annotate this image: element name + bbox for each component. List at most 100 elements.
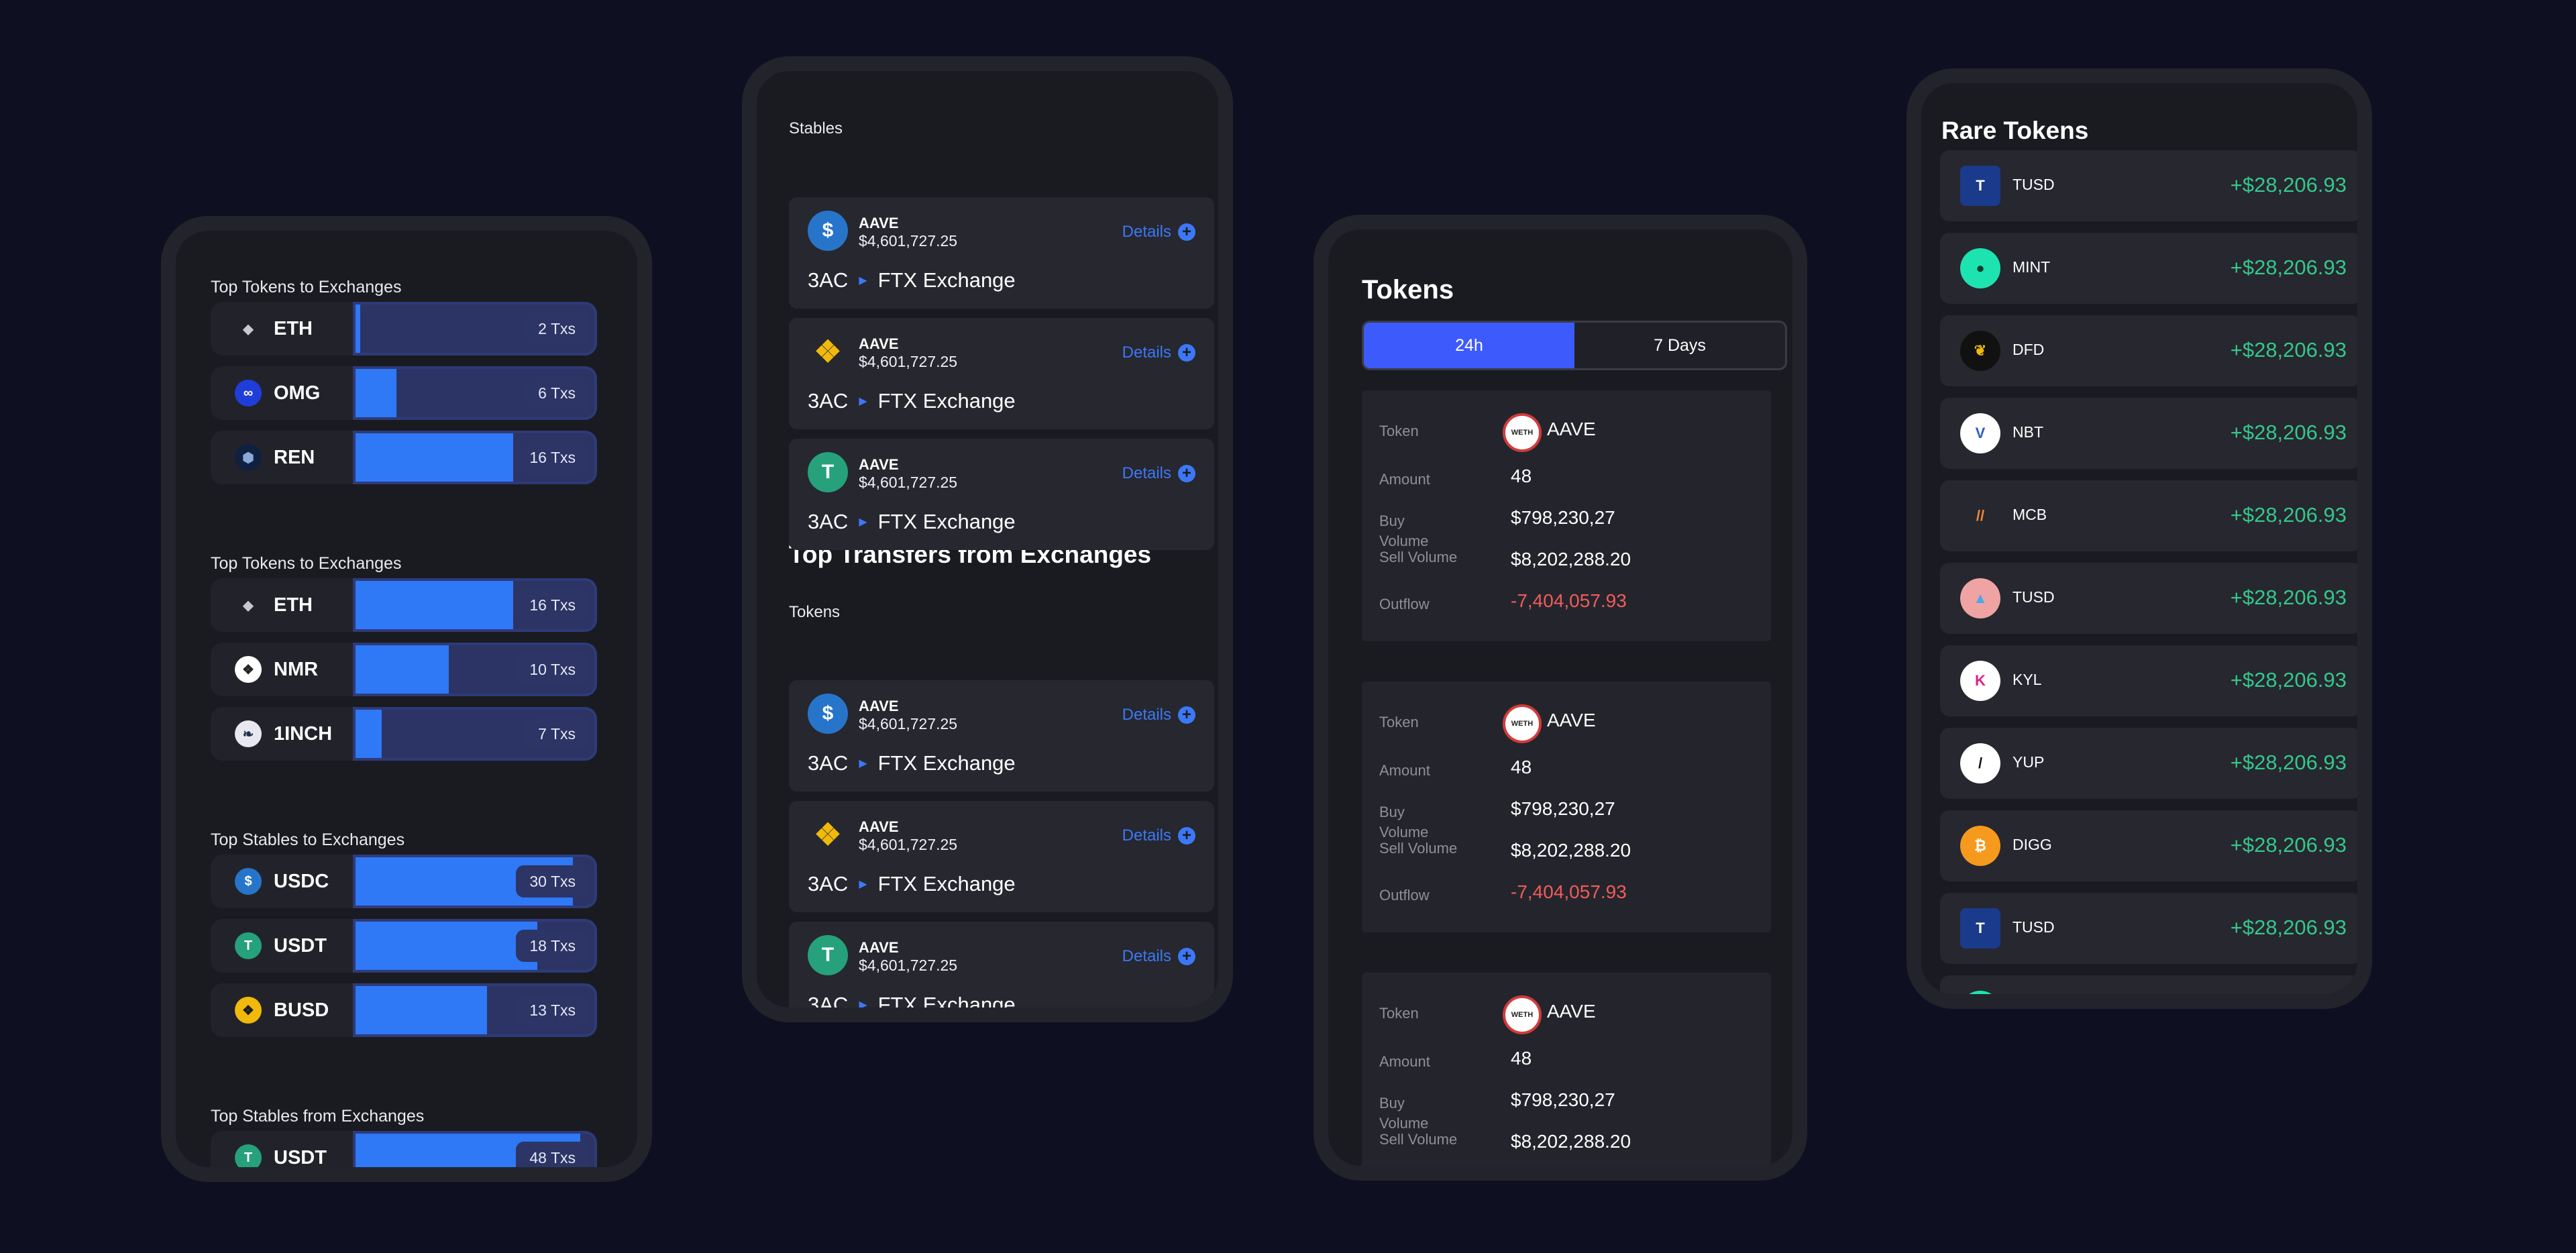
route-from: 3AC [808,751,849,775]
bar-row[interactable]: ❧ 1INCH 7 Txs [211,707,597,761]
rare-token-name: DFD [2012,341,2045,358]
rare-token-row[interactable]: T TUSD +$28,206.93 [1940,150,2357,221]
details-button[interactable]: Details + [1122,706,1195,724]
tab-24h[interactable]: 24h [1364,323,1574,368]
rare-token-value: +$28,206.93 [2230,916,2347,939]
tether-icon: T [808,452,848,492]
bar-row[interactable]: ◆ ETH 2 Txs [211,302,597,356]
binance-usd-icon: ❖ [235,997,262,1024]
bar-fill [356,369,396,417]
rare-token-row[interactable]: ● MINT +$28,206.93 [1940,233,2357,304]
binance-icon: ❖ [814,334,842,369]
bar-fill [356,305,361,353]
usdc-icon: $ [808,211,848,251]
bar-row[interactable]: ❖ NMR 10 Txs [211,643,597,696]
transfer-amount: $4,601,727.25 [859,232,958,250]
bar-row[interactable]: $ USDC 30 Txs [211,855,597,908]
bar-token-label: T USDT [211,1131,353,1167]
bar-token-label: ◆ ETH [211,302,353,356]
bar-row[interactable]: ❖ BUSD 13 Txs [211,983,597,1037]
mint-icon: ● [1960,248,2000,288]
usdc-icon: $ [235,868,262,895]
rare-token-row[interactable]: ❦ DFD +$28,206.93 [1940,315,2357,386]
outflow-value: -7,404,057.93 [1511,881,1627,902]
route-to: FTX Exchange [877,389,1016,413]
token-symbol: ETH [274,594,313,616]
details-button[interactable]: Details + [1122,947,1195,966]
transfer-route: 3AC ▶ FTX Exchange [808,751,1016,775]
buy-volume-value: $798,230,27 [1511,507,1615,528]
token-symbol: BUSD [274,999,329,1021]
rare-token-row[interactable]: ▲ TUSD +$28,206.93 [1940,563,2357,634]
bar-row[interactable]: ∞ OMG 6 Txs [211,366,597,420]
arrow-right-icon: ▶ [859,879,867,890]
tx-count-badge: 16 Txs [516,589,589,621]
token-symbol: NMR [274,658,319,680]
details-button[interactable]: Details + [1122,826,1195,845]
transfer-amount: $4,601,727.25 [859,474,958,491]
amount-value: 48 [1511,466,1532,486]
bar-row[interactable]: ⬢ REN 16 Txs [211,431,597,484]
bar-track: 2 Txs [353,302,597,356]
rare-token-row[interactable]: ₿ DIGG +$28,206.93 [1940,810,2357,881]
route-to: FTX Exchange [877,872,1016,895]
rare-token-value: +$28,206.93 [2230,173,2347,197]
transfer-route: 3AC ▶ FTX Exchange [808,510,1016,534]
route-from: 3AC [808,510,849,533]
section-title: Top Tokens to Exchanges [211,278,402,296]
section-title: Top Tokens to Exchanges [211,554,402,573]
transfer-token-name: AAVE [859,456,899,473]
bar-track: 6 Txs [353,366,597,420]
bar-row[interactable]: T USDT 18 Txs [211,919,597,973]
plus-icon: + [1178,465,1195,482]
tokens-screen: Tokens 24h 7 Days Token Amount Buy Volume Se… [1328,229,1792,1166]
sell-volume-value: $8,202,288.20 [1511,549,1631,569]
phone-transfers: Stables Top Transfers from Exchanges Tok… [742,56,1233,1022]
stables-label: Stables [789,119,843,138]
bar-token-label: ❖ NMR [211,643,353,696]
field-label: Token [1379,714,1419,730]
transfer-token-name: AAVE [859,939,899,956]
bar-track: 48 Txs [353,1131,597,1167]
1inch-icon: ❧ [235,720,262,747]
details-label: Details [1122,826,1171,845]
transfer-route: 3AC ▶ FTX Exchange [808,872,1016,896]
tokens-label: Tokens [789,603,841,621]
bar-token-label: ❖ BUSD [211,983,353,1037]
rare-token-name: TUSD [2012,176,2055,193]
tether-icon: T [235,932,262,959]
rare-token-name: TUSD [2012,588,2055,606]
bar-track: 30 Txs [353,855,597,908]
bar-token-label: T USDT [211,919,353,973]
plus-icon: + [1178,706,1195,724]
bar-row[interactable]: ◆ ETH 16 Txs [211,578,597,632]
details-button[interactable]: Details + [1122,343,1195,362]
details-button[interactable]: Details + [1122,464,1195,483]
rare-token-row[interactable]: V NBT +$28,206.93 [1940,398,2357,469]
bar-token-label: ❧ 1INCH [211,707,353,761]
bar-row[interactable]: T USDT 48 Txs [211,1131,597,1167]
section-title: Top Stables from Exchanges [211,1107,425,1126]
arrow-right-icon: ▶ [859,396,867,407]
transfer-token-name: AAVE [859,335,899,352]
transfer-card: $ AAVE $4,601,727.25 Details +3AC ▶ FTX Exchan… [789,197,1214,309]
ethereum-icon: ◆ [235,315,262,342]
rare-tokens-title: Rare Tokens [1941,117,2089,144]
details-button[interactable]: Details + [1122,223,1195,241]
ethereum-icon: ◆ [235,592,262,618]
tab-7-days[interactable]: 7 Days [1574,323,1785,368]
token-symbol: 1INCH [274,722,333,745]
field-label: Buy [1379,804,1405,820]
rare-token-value: +$28,206.93 [2230,751,2347,774]
amount-value: 48 [1511,757,1532,777]
rare-token-row[interactable]: T TUSD +$28,206.93 [1940,893,2357,964]
route-from: 3AC [808,993,849,1007]
token-symbol: REN [274,446,315,468]
rare-token-row[interactable]: / YUP +$28,206.93 [1940,728,2357,799]
details-label: Details [1122,464,1171,482]
rare-token-row[interactable]: K KYL +$28,206.93 [1940,645,2357,716]
token-symbol: USDC [274,870,329,892]
arrow-right-icon: ▶ [859,999,867,1007]
rare-token-row[interactable]: // MCB +$28,206.93 [1940,480,2357,551]
tether-icon: T [808,935,848,975]
